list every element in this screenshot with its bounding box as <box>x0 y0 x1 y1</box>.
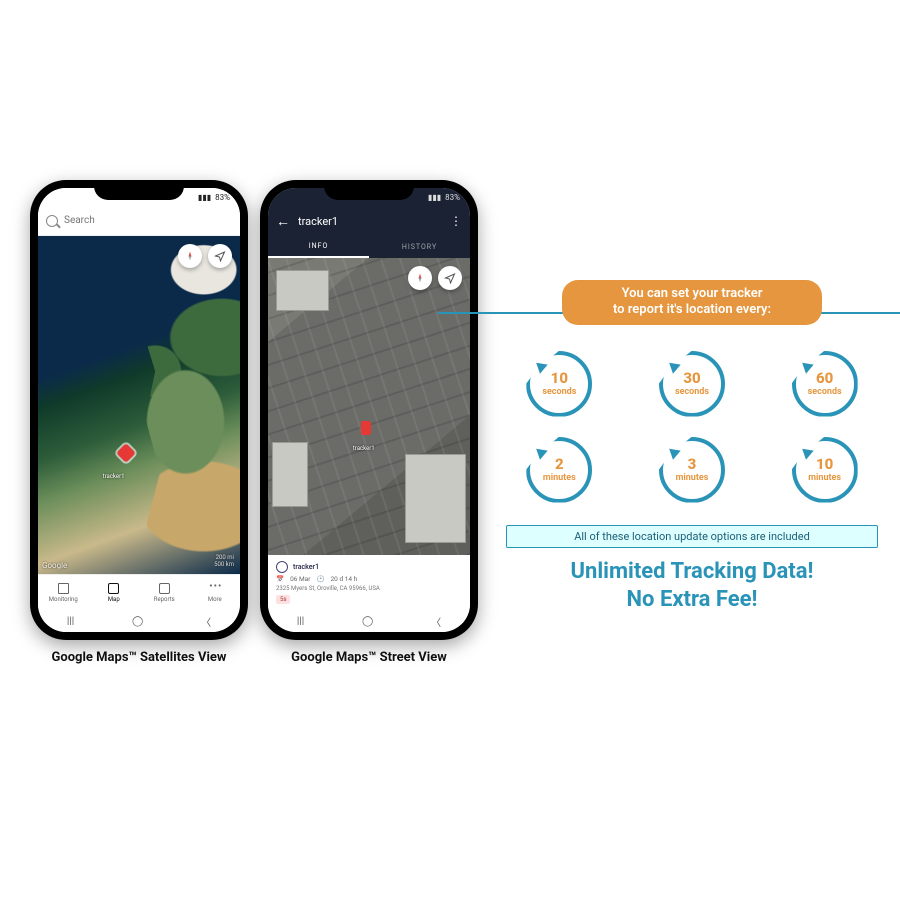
android-nav: ||| ◯ 〈 <box>268 610 470 632</box>
nav-more[interactable]: More <box>190 575 241 610</box>
map-icon <box>108 583 119 594</box>
interval-badge: 5s <box>276 595 290 604</box>
tracker-address: 2325 Myers St, Oroville, CA 95966, USA <box>276 585 462 592</box>
search-input[interactable] <box>64 215 232 226</box>
overflow-icon[interactable]: ⋮ <box>450 214 462 228</box>
unlimited-data-text: Unlimited Tracking Data! No Extra Fee! <box>506 558 878 615</box>
reports-icon <box>159 583 170 594</box>
tracker-tabs: INFO HISTORY <box>268 236 470 258</box>
battery-text: 83% <box>445 193 460 202</box>
nav-reports[interactable]: Reports <box>139 575 190 610</box>
tab-info[interactable]: INFO <box>268 236 369 258</box>
nav-map[interactable]: Map <box>89 575 140 610</box>
interval-banner: You can set your tracker to report it's … <box>562 280 822 325</box>
map-attribution: Google <box>42 561 67 570</box>
clock-icon: 🕑 <box>316 575 324 583</box>
interval-3m: 3minutes <box>659 437 725 503</box>
bottom-nav: Monitoring Map Reports More <box>38 574 240 610</box>
compass-button[interactable] <box>178 244 202 268</box>
phone-street-view: ▮▮▮ 83% ← tracker1 ⋮ INFO HISTORY <box>260 180 478 665</box>
interval-2m: 2minutes <box>526 437 592 503</box>
vehicle-marker[interactable] <box>361 421 371 435</box>
tracker-date: 06 Mar <box>290 575 310 583</box>
satellite-map[interactable]: tracker1 Google 200 mi500 km <box>38 236 240 574</box>
nav-monitoring[interactable]: Monitoring <box>38 575 89 610</box>
battery-text: 83% <box>215 193 230 202</box>
parking-icon <box>276 561 288 573</box>
locate-button[interactable] <box>438 266 462 290</box>
signal-icon: ▮▮▮ <box>428 193 441 202</box>
compass-button[interactable] <box>408 266 432 290</box>
recents-button[interactable]: ||| <box>297 616 304 627</box>
product-image: ▮▮▮ 83% <box>0 180 900 665</box>
tracker-info-card: tracker1 📅 06 Mar 🕑 20 d 14 h 2325 Myers S… <box>268 555 470 610</box>
tracker-name: tracker1 <box>293 563 319 571</box>
aerial-map[interactable]: tracker1 <box>268 258 470 555</box>
interval-10s: 10seconds <box>526 351 592 417</box>
phone1-caption: Google Maps™ Satellites View <box>52 650 227 665</box>
calendar-icon: 📅 <box>276 575 284 583</box>
phone2-caption: Google Maps™ Street View <box>291 650 447 665</box>
vehicle-label: tracker1 <box>353 445 375 452</box>
interval-options: 10seconds 30seconds 60seconds 2minutes 3… <box>506 351 878 503</box>
home-button[interactable]: ◯ <box>132 616 143 627</box>
phone-satellite-view: ▮▮▮ 83% <box>30 180 248 665</box>
search-bar[interactable] <box>38 206 240 236</box>
android-nav: ||| ◯ 〈 <box>38 610 240 632</box>
back-button[interactable]: 〈 <box>201 614 211 629</box>
interval-60s: 60seconds <box>792 351 858 417</box>
interval-info-panel: You can set your tracker to report it's … <box>478 280 900 615</box>
tracker-pin[interactable] <box>116 443 136 463</box>
interval-30s: 30seconds <box>659 351 725 417</box>
interval-10m: 10minutes <box>792 437 858 503</box>
included-strip: All of these location update options are… <box>506 525 878 548</box>
tracker-title: tracker1 <box>298 215 442 228</box>
tracker-pin-label: tracker1 <box>103 473 125 480</box>
back-button[interactable]: 〈 <box>431 614 441 629</box>
locate-button[interactable] <box>208 244 232 268</box>
tracker-header: ← tracker1 ⋮ <box>268 206 470 236</box>
back-arrow-icon[interactable]: ← <box>276 213 290 230</box>
tab-history[interactable]: HISTORY <box>369 236 470 258</box>
search-icon <box>46 215 58 227</box>
tracker-duration: 20 d 14 h <box>331 575 358 583</box>
more-icon <box>209 583 220 594</box>
signal-icon: ▮▮▮ <box>198 193 211 202</box>
home-button[interactable]: ◯ <box>362 616 373 627</box>
truck-icon <box>58 583 69 594</box>
map-scale: 200 mi500 km <box>214 554 234 568</box>
recents-button[interactable]: ||| <box>67 616 74 627</box>
